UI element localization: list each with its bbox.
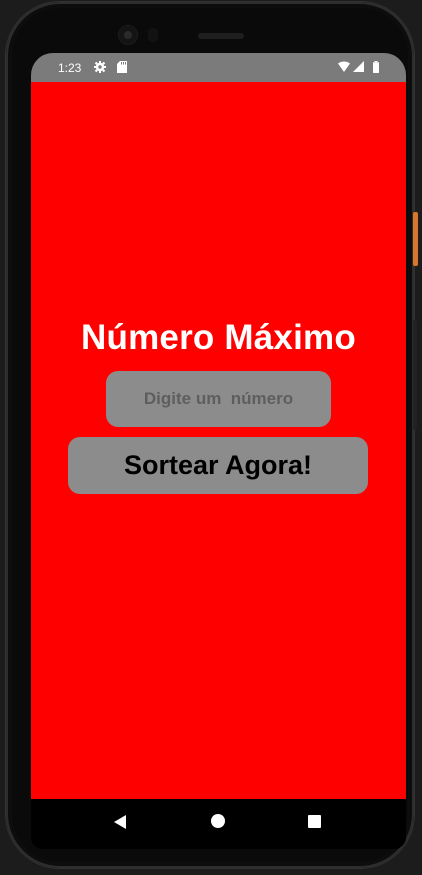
front-camera [119,26,137,44]
status-bar: 1:23 [31,53,406,82]
number-input[interactable] [106,371,331,427]
power-button [413,212,418,266]
signal-icon [353,61,364,72]
recents-icon[interactable] [308,815,321,828]
gear-icon [94,61,106,73]
battery-icon [373,61,379,73]
sensor [148,28,158,42]
navigation-bar [31,799,406,849]
home-icon[interactable] [211,814,225,828]
app-content: Número Máximo Sortear Agora! [31,82,406,799]
sd-card-icon [117,61,127,73]
earpiece-speaker [198,33,244,39]
screen: 1:23 Número Máximo Digite um número Sort… [31,53,406,849]
phone-frame: 1:23 Número Máximo Digite um número Sort… [6,2,414,868]
wifi-icon [338,61,350,72]
draw-now-button[interactable]: Sortear Agora! [68,437,368,494]
volume-button [413,320,417,430]
back-icon[interactable] [114,815,126,829]
page-title: Número Máximo [81,318,356,357]
status-time: 1:23 [58,61,82,75]
